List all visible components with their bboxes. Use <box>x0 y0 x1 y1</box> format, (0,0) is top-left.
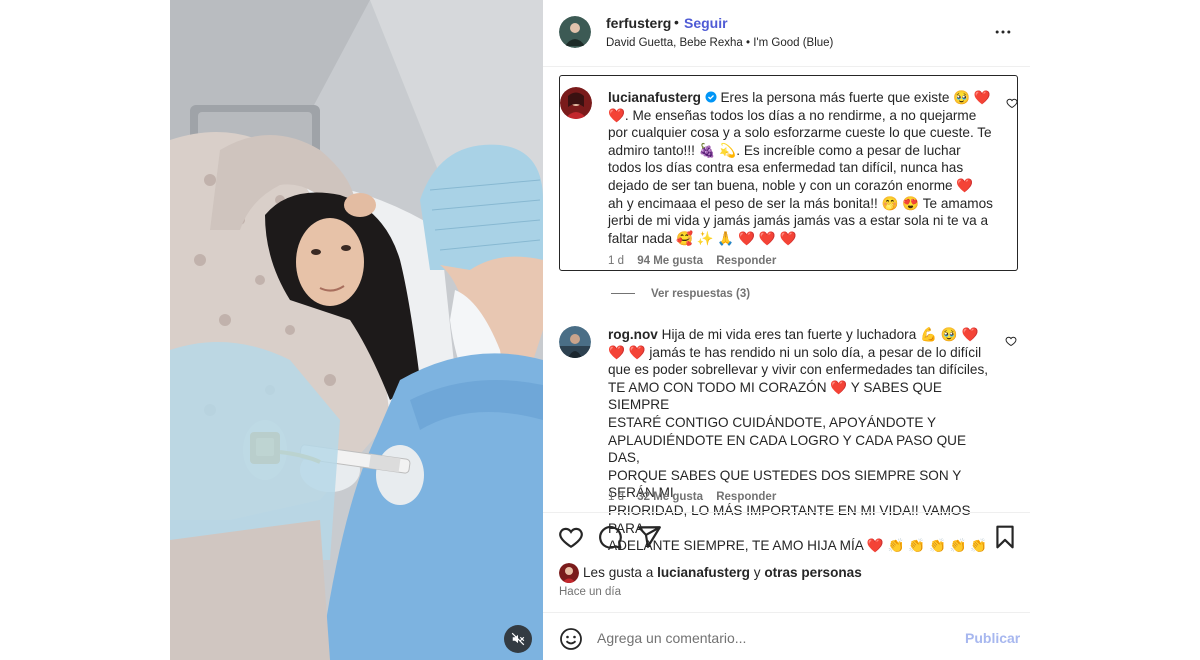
volume-muted-icon <box>511 632 525 646</box>
comment-likes[interactable]: 94 Me gusta <box>637 255 703 267</box>
comment: rog.nov Hija de mi vida eres tan fuerte … <box>559 323 1018 553</box>
comment-time: 1 d <box>608 491 624 503</box>
action-bar <box>543 512 1030 564</box>
comment-body: lucianafusterg Eres la persona más fuert… <box>608 89 993 247</box>
comment-time: 1 d <box>608 255 624 267</box>
likes-user[interactable]: lucianafusterg <box>657 565 750 580</box>
mute-button[interactable] <box>504 625 532 653</box>
commenter-avatar[interactable] <box>559 326 591 358</box>
post-header: ferfusterg • Seguir David Guetta, Bebe R… <box>543 0 1030 67</box>
comment-highlighted: lucianafusterg Eres la persona más fuert… <box>559 75 1018 271</box>
view-replies-label: Ver respuestas (3) <box>651 288 751 300</box>
comment-text: Eres la persona más fuerte que existe 🥹 … <box>608 90 993 246</box>
post-side-panel: ferfusterg • Seguir David Guetta, Bebe R… <box>543 0 1030 660</box>
comment-meta: 1 d 32 Me gusta Responder <box>608 491 786 503</box>
post-timestamp[interactable]: Hace un día <box>559 586 621 598</box>
view-replies-link[interactable]: Ver respuestas (3) <box>611 288 750 300</box>
comment-heart-icon[interactable] <box>1005 335 1017 347</box>
separator-dot: • <box>674 14 679 30</box>
post-photo <box>170 0 543 660</box>
paper-plane-icon[interactable] <box>636 524 662 550</box>
post-media[interactable] <box>170 0 543 660</box>
instagram-post-view: ferfusterg • Seguir David Guetta, Bebe R… <box>0 0 1200 660</box>
follow-button[interactable]: Seguir <box>684 15 728 31</box>
bookmark-icon[interactable] <box>992 524 1018 550</box>
commenter-avatar[interactable] <box>560 87 592 119</box>
commenter-username[interactable]: lucianafusterg <box>608 90 701 105</box>
comment-bubble-icon[interactable] <box>597 524 623 550</box>
likes-prefix: Les gusta a <box>583 565 658 580</box>
replies-line <box>611 293 635 295</box>
comment-input[interactable] <box>597 627 947 649</box>
reply-button[interactable]: Responder <box>716 491 776 503</box>
comment-likes[interactable]: 32 Me gusta <box>637 491 703 503</box>
heart-icon[interactable] <box>558 524 584 550</box>
publish-button[interactable]: Publicar <box>965 630 1020 646</box>
likes-others[interactable]: otras personas <box>764 565 861 580</box>
more-horizontal-icon[interactable] <box>993 22 1013 42</box>
author-username[interactable]: ferfusterg <box>606 15 671 31</box>
comment-heart-icon[interactable] <box>1006 97 1018 109</box>
likes-text: Les gusta a lucianafusterg y otras perso… <box>583 565 862 580</box>
audio-track[interactable]: David Guetta, Bebe Rexha • I'm Good (Blu… <box>606 37 833 49</box>
commenter-username[interactable]: rog.nov <box>608 327 658 342</box>
verified-badge-icon <box>705 91 717 103</box>
reply-button[interactable]: Responder <box>716 255 776 267</box>
likes-middle: y <box>749 565 765 580</box>
smiley-face-icon[interactable] <box>559 627 583 651</box>
comment-meta: 1 d 94 Me gusta Responder <box>608 255 786 267</box>
liker-avatar[interactable] <box>559 563 579 583</box>
comment-composer: Publicar <box>543 612 1030 660</box>
author-avatar[interactable] <box>559 16 591 48</box>
